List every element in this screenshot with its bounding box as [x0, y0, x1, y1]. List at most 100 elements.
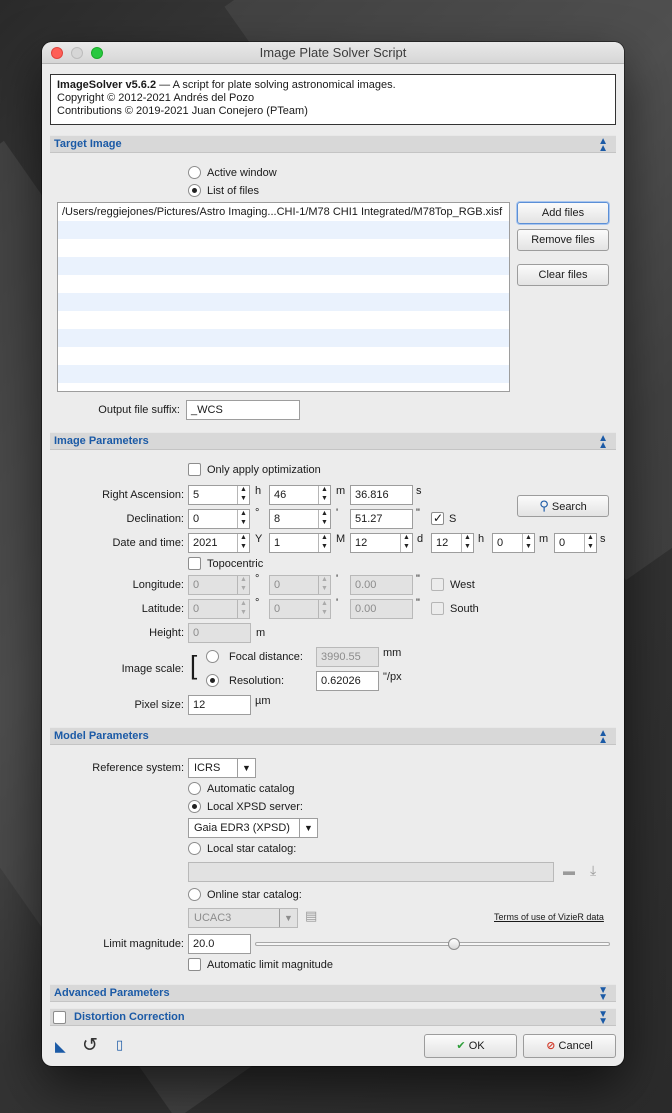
- collapse-icon[interactable]: ▲ ▲: [598, 434, 608, 451]
- spin-arrows-icon[interactable]: ▲ ▼: [237, 576, 249, 594]
- automatic-catalog-radio[interactable]: [188, 782, 201, 795]
- spin-arrows-icon[interactable]: ▲ ▼: [318, 486, 330, 504]
- output-suffix-input[interactable]: _WCS: [186, 400, 300, 420]
- hour-spinbox[interactable]: 12 ▲ ▼: [431, 533, 474, 553]
- dec-minutes-spinbox[interactable]: 8 ▲ ▼: [269, 509, 331, 529]
- dec-south-checkbox[interactable]: [431, 511, 444, 525]
- local-xpsd-radio[interactable]: [188, 800, 201, 813]
- only-optimization-label: Only apply optimization: [207, 464, 321, 476]
- new-instance-icon[interactable]: ◣: [55, 1038, 66, 1055]
- longitude-label: Longitude:: [132, 579, 184, 591]
- slider-handle[interactable]: [447, 938, 460, 950]
- unit-arcsec: ": [416, 573, 420, 585]
- pixel-size-input[interactable]: 12: [188, 695, 251, 715]
- spin-arrows-icon[interactable]: ▲ ▼: [318, 534, 330, 552]
- minute-spinbox[interactable]: 0 ▲ ▼: [492, 533, 535, 553]
- unit-arcmin: ': [336, 507, 339, 519]
- cancel-button[interactable]: ⊘ Cancel: [523, 1034, 616, 1058]
- second-spinbox[interactable]: 0 ▲ ▼: [554, 533, 597, 553]
- focal-distance-input[interactable]: 3990.55: [316, 647, 379, 667]
- ra-minutes-value: 46: [274, 489, 287, 501]
- section-distortion-correction[interactable]: Distortion Correction ▼ ▼: [50, 1008, 616, 1027]
- spin-arrows-icon[interactable]: ▲ ▼: [522, 534, 534, 552]
- spin-arrows-icon[interactable]: ▲ ▼: [237, 486, 249, 504]
- expand-icon[interactable]: ▼ ▼: [598, 1010, 608, 1027]
- limit-magnitude-input[interactable]: 20.0: [188, 934, 251, 954]
- auto-limit-magnitude-checkbox[interactable]: [188, 958, 201, 971]
- online-star-catalog-radio[interactable]: [188, 888, 201, 901]
- active-window-radio[interactable]: [188, 166, 201, 179]
- latitude-degrees-spinbox[interactable]: 0 ▲ ▼: [188, 599, 250, 619]
- resolution-unit: "/px: [383, 671, 402, 683]
- online-catalog-select[interactable]: UCAC3 ▼: [188, 908, 298, 928]
- resolution-input[interactable]: 0.62026: [316, 671, 379, 691]
- spin-arrows-icon[interactable]: ▲ ▼: [237, 510, 249, 528]
- collapse-icon[interactable]: ▲ ▲: [598, 137, 608, 154]
- limit-magnitude-slider[interactable]: [255, 942, 610, 946]
- spin-arrows-icon[interactable]: ▲ ▼: [237, 534, 249, 552]
- spin-arrows-icon[interactable]: ▲ ▼: [461, 534, 473, 552]
- latitude-seconds-input[interactable]: 0.00: [350, 599, 413, 619]
- dec-seconds-input[interactable]: 51.27: [350, 509, 413, 529]
- spin-arrows-icon[interactable]: ▲ ▼: [237, 600, 249, 618]
- vizier-terms-link[interactable]: Terms of use of VizieR data: [494, 912, 604, 922]
- ok-button-label: OK: [468, 1040, 485, 1052]
- add-files-button[interactable]: Add files: [517, 202, 609, 224]
- west-checkbox[interactable]: [431, 578, 444, 591]
- longitude-seconds-input[interactable]: 0.00: [350, 575, 413, 595]
- clear-files-button[interactable]: Clear files: [517, 264, 609, 286]
- xpsd-catalog-select[interactable]: Gaia EDR3 (XPSD) ▼: [188, 818, 318, 838]
- list-of-files-radio[interactable]: [188, 184, 201, 197]
- distortion-correction-checkbox[interactable]: [53, 1011, 66, 1024]
- spin-arrows-icon[interactable]: ▲ ▼: [400, 534, 412, 552]
- longitude-minutes-value: 0: [274, 579, 281, 591]
- file-list[interactable]: /Users/reggiejones/Pictures/Astro Imagin…: [57, 202, 510, 392]
- resolution-radio[interactable]: [206, 674, 219, 687]
- local-star-catalog-path-input[interactable]: [188, 862, 554, 882]
- minimize-window-button[interactable]: [71, 47, 83, 59]
- section-image-parameters[interactable]: Image Parameters ▲ ▲: [50, 432, 616, 451]
- zoom-window-button[interactable]: [91, 47, 103, 59]
- height-input[interactable]: 0: [188, 623, 251, 643]
- file-list-row-empty: [58, 293, 509, 311]
- ra-hours-spinbox[interactable]: 5 ▲ ▼: [188, 485, 250, 505]
- spin-arrows-icon[interactable]: ▲ ▼: [584, 534, 596, 552]
- year-spinbox[interactable]: 2021 ▲ ▼: [188, 533, 250, 553]
- latitude-minutes-value: 0: [274, 603, 281, 615]
- date-time-label: Date and time:: [112, 537, 184, 549]
- local-star-catalog-radio[interactable]: [188, 842, 201, 855]
- search-button[interactable]: ⚲ Search: [517, 495, 609, 517]
- folder-icon[interactable]: ▬: [563, 864, 575, 878]
- reset-icon[interactable]: ↺: [82, 1034, 98, 1057]
- section-advanced-parameters[interactable]: Advanced Parameters ▼ ▼: [50, 984, 616, 1003]
- only-optimization-checkbox[interactable]: [188, 463, 201, 476]
- longitude-degrees-spinbox[interactable]: 0 ▲ ▼: [188, 575, 250, 595]
- section-target-image[interactable]: Target Image ▲ ▲: [50, 135, 616, 154]
- expand-icon[interactable]: ▼ ▼: [598, 986, 608, 1003]
- ra-seconds-input[interactable]: 36.816: [350, 485, 413, 505]
- month-spinbox[interactable]: 1 ▲ ▼: [269, 533, 331, 553]
- topocentric-checkbox[interactable]: [188, 557, 201, 570]
- spin-arrows-icon[interactable]: ▲ ▼: [318, 576, 330, 594]
- close-window-button[interactable]: [51, 47, 63, 59]
- day-spinbox[interactable]: 12 ▲ ▼: [350, 533, 413, 553]
- latitude-minutes-spinbox[interactable]: 0 ▲ ▼: [269, 599, 331, 619]
- download-icon[interactable]: ⤓: [590, 862, 596, 879]
- south-checkbox[interactable]: [431, 602, 444, 615]
- file-list-row[interactable]: /Users/reggiejones/Pictures/Astro Imagin…: [58, 203, 509, 221]
- ra-minutes-spinbox[interactable]: 46 ▲ ▼: [269, 485, 331, 505]
- longitude-minutes-spinbox[interactable]: 0 ▲ ▼: [269, 575, 331, 595]
- remove-files-button[interactable]: Remove files: [517, 229, 609, 251]
- dec-degrees-spinbox[interactable]: 0 ▲ ▼: [188, 509, 250, 529]
- reference-system-select[interactable]: ICRS ▼: [188, 758, 256, 778]
- day-value: 12: [355, 537, 368, 549]
- spin-arrows-icon[interactable]: ▲ ▼: [318, 510, 330, 528]
- ok-button[interactable]: ✔ OK: [424, 1034, 517, 1058]
- collapse-icon[interactable]: ▲ ▲: [598, 729, 608, 746]
- unit-degrees: °: [255, 507, 260, 519]
- server-icon[interactable]: ▤: [305, 908, 317, 924]
- documentation-icon[interactable]: ▯: [116, 1037, 123, 1053]
- spin-arrows-icon[interactable]: ▲ ▼: [318, 600, 330, 618]
- section-model-parameters[interactable]: Model Parameters ▲ ▲: [50, 727, 616, 746]
- focal-distance-radio[interactable]: [206, 650, 219, 663]
